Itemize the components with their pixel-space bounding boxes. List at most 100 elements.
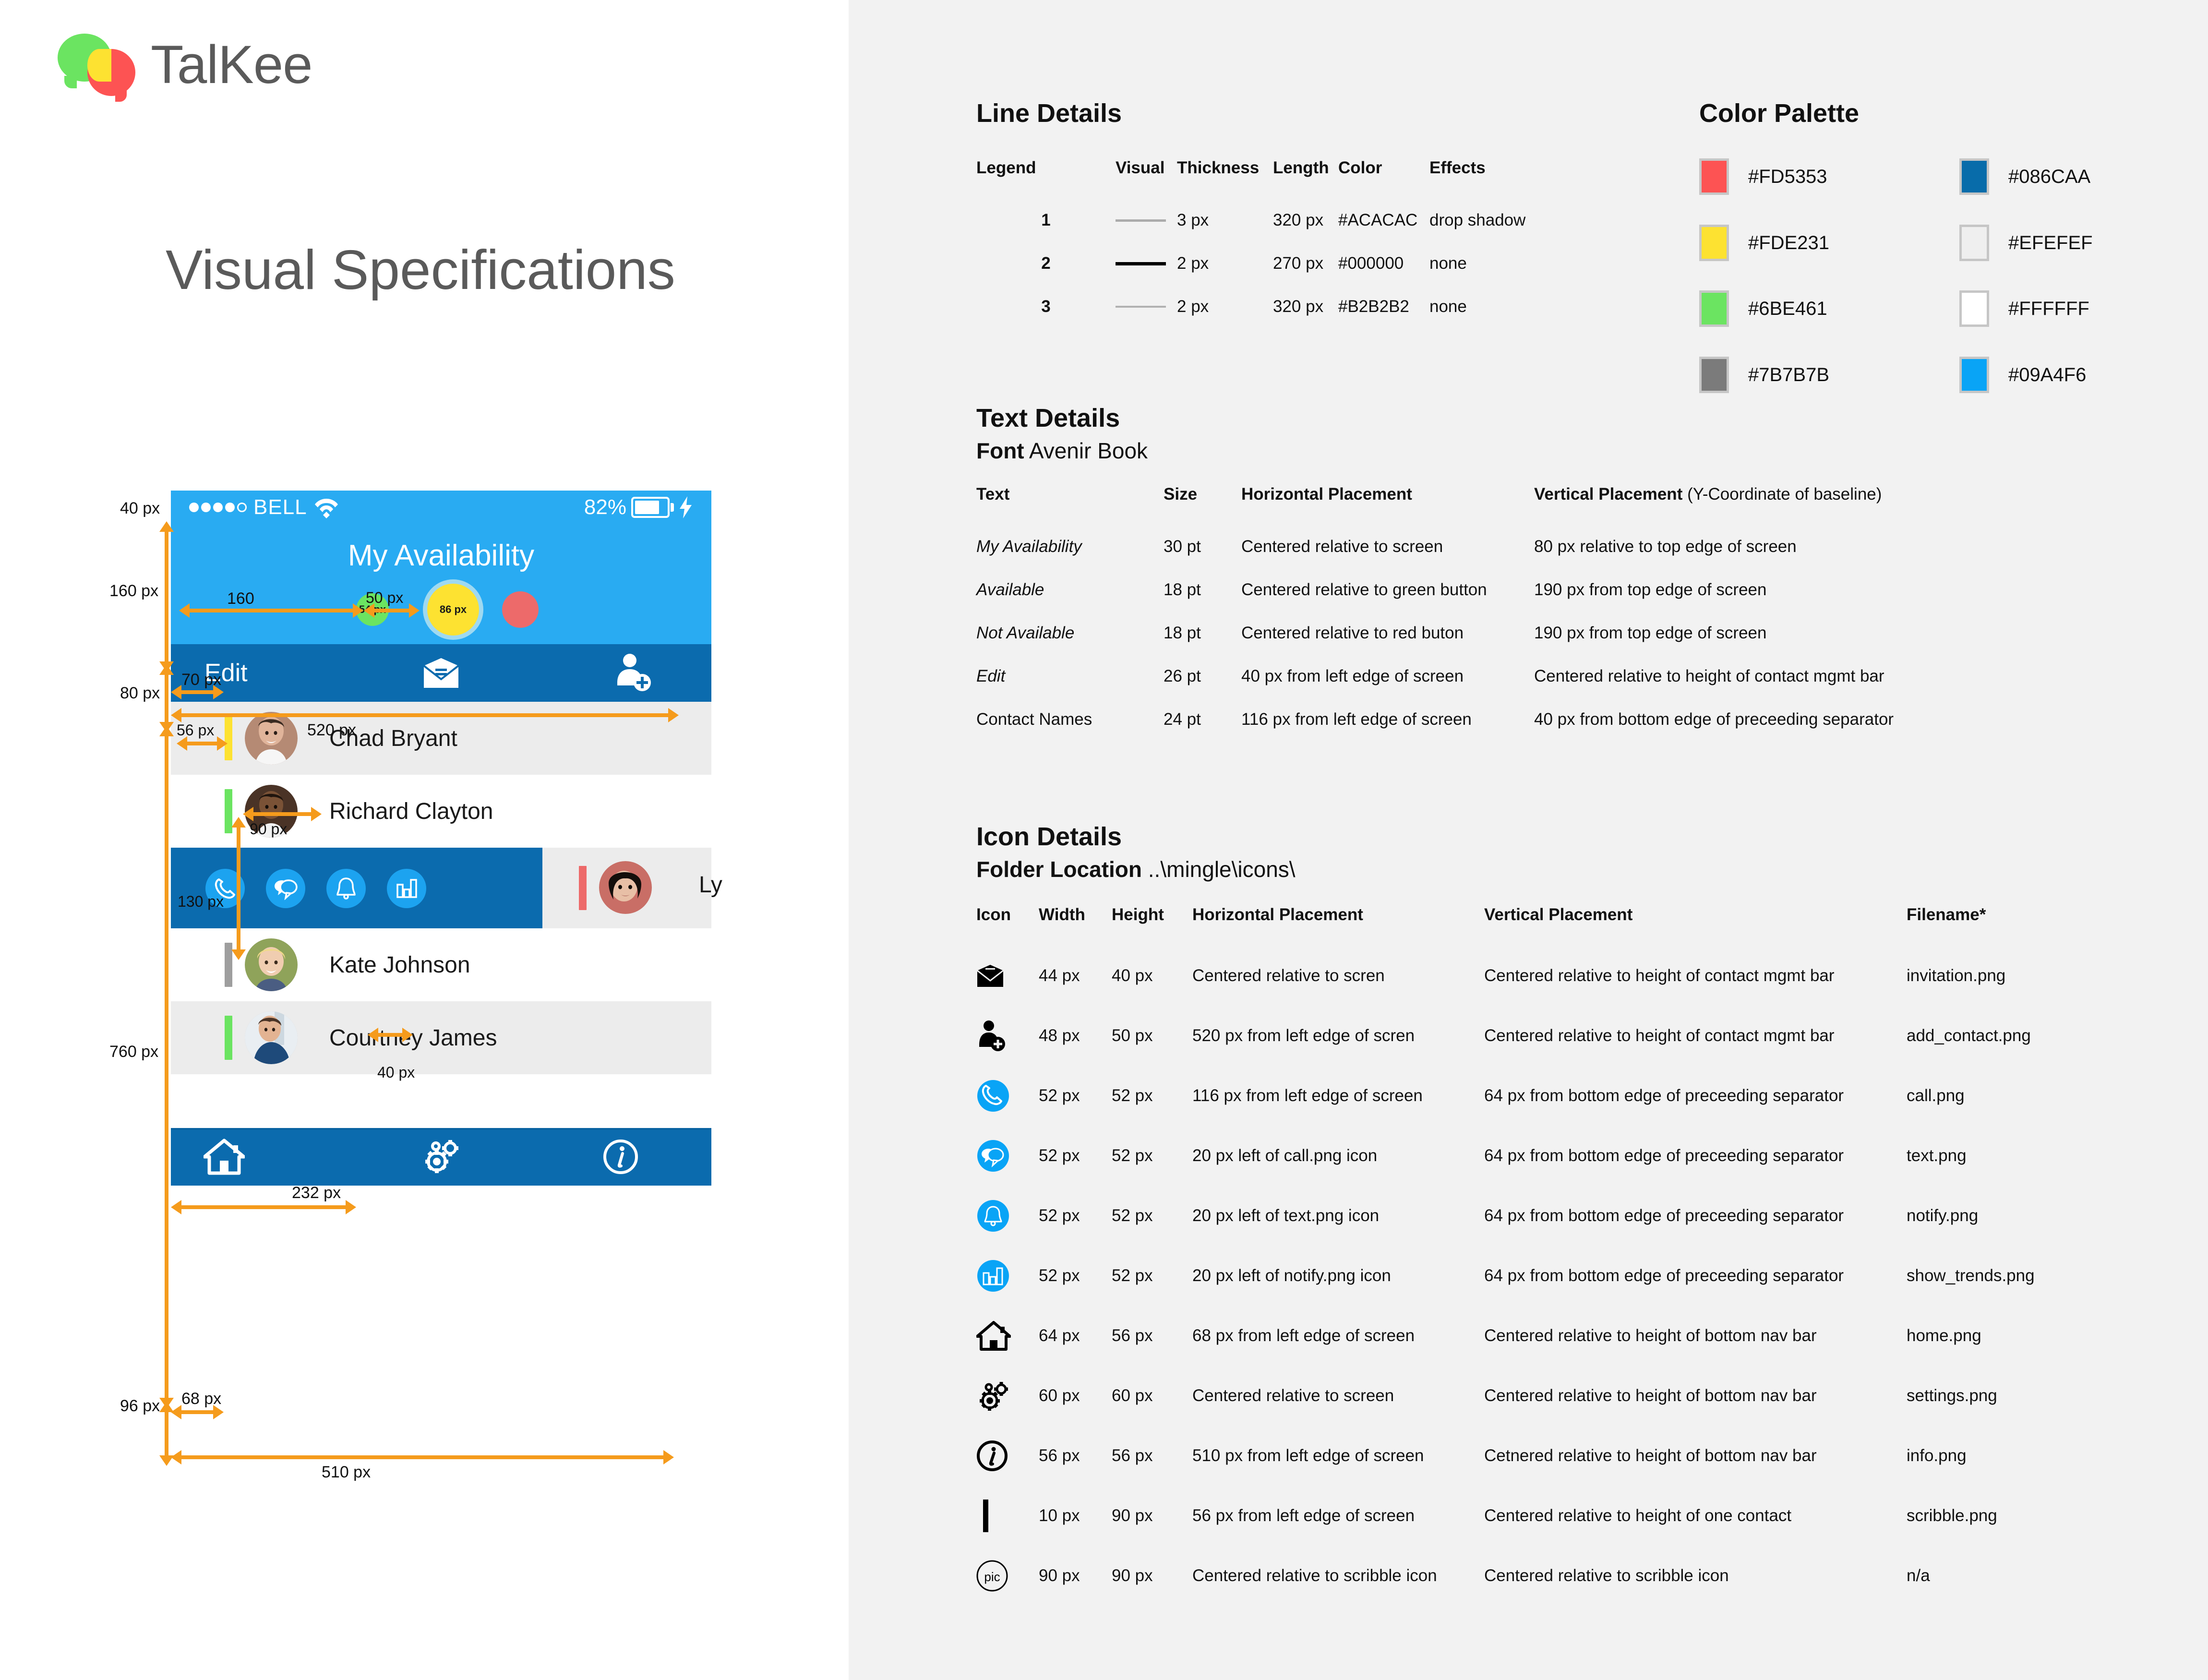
table-row: 10 px 90 px 56 px from left edge of scre… bbox=[976, 1486, 2035, 1546]
color-hex: #7B7B7B bbox=[1748, 364, 1830, 385]
add-contact-icon bbox=[617, 654, 651, 691]
table-row: 56 px 56 px 510 px from left edge of scr… bbox=[976, 1426, 2035, 1486]
dim-mgmt-height: 80 px bbox=[120, 684, 160, 702]
width-value: 52 px bbox=[1039, 1086, 1080, 1105]
text-details-heading: Text Details bbox=[976, 404, 1120, 432]
ruler-nav bbox=[165, 1411, 168, 1459]
swipe-peek-contact[interactable]: Ly bbox=[542, 848, 722, 928]
line-details-heading: Line Details bbox=[976, 99, 1122, 128]
not-available-button[interactable] bbox=[502, 591, 539, 628]
vplacement-value: 40 px from bottom edge of preceeding sep… bbox=[1534, 710, 1894, 729]
carrier-group: BELL bbox=[189, 496, 339, 519]
height-value: 52 px bbox=[1112, 1086, 1153, 1105]
filename-value: settings.png bbox=[1907, 1386, 1997, 1405]
carrier-label: BELL bbox=[253, 495, 307, 519]
thickness-value: 2 px bbox=[1177, 254, 1209, 273]
swipe-actions bbox=[171, 848, 542, 928]
settings-nav-button[interactable] bbox=[420, 1138, 462, 1176]
info-nav-button[interactable] bbox=[603, 1139, 638, 1175]
color-hex: #FFFFFF bbox=[2008, 298, 2089, 319]
table-row: 48 px 50 px 520 px from left edge of scr… bbox=[976, 1006, 2035, 1066]
width-value: 90 px bbox=[1039, 1566, 1080, 1585]
add-contact-button[interactable] bbox=[612, 653, 653, 693]
text-icon bbox=[977, 1140, 1009, 1172]
hplacement-value: 520 px from left edge of scren bbox=[1192, 1026, 1415, 1045]
wifi-icon bbox=[314, 499, 338, 518]
hplacement-value: Centered relative to screen bbox=[1192, 1386, 1394, 1405]
icon-cell bbox=[976, 1186, 1039, 1246]
col-filename: Filename* bbox=[1907, 905, 1986, 924]
info-icon bbox=[603, 1140, 638, 1174]
bubble-overlap-icon bbox=[87, 49, 111, 82]
table-row: 52 px 52 px 116 px from left edge of scr… bbox=[976, 1066, 2035, 1126]
line-details-table: Legend Visual Thickness Length Color Eff… bbox=[976, 158, 1525, 328]
vplacement-value: Centered relative to height of one conta… bbox=[1484, 1506, 1792, 1525]
show-trends-icon bbox=[977, 1260, 1009, 1292]
height-value: 50 px bbox=[1112, 1026, 1153, 1045]
visual-sample bbox=[1116, 199, 1177, 242]
hplacement-value: Centered relative to red buton bbox=[1241, 624, 1464, 642]
col-length: Length bbox=[1273, 158, 1329, 177]
hplacement-value: 116 px from left edge of screen bbox=[1241, 710, 1472, 729]
line-details-header-row: Legend Visual Thickness Length Color Eff… bbox=[976, 158, 1525, 199]
dim-list-height: 760 px bbox=[109, 1043, 159, 1061]
color-hex: #FDE231 bbox=[1748, 232, 1829, 253]
partial-availability-button[interactable]: 86 px bbox=[427, 584, 479, 636]
vplacement-value: 64 px from bottom edge of preceeding sep… bbox=[1484, 1146, 1844, 1165]
width-value: 52 px bbox=[1039, 1206, 1080, 1225]
text-value: Contact Names bbox=[976, 710, 1092, 729]
contact-row[interactable]: Courtney James bbox=[171, 1001, 711, 1074]
icon-cell bbox=[976, 1366, 1039, 1426]
col-effects: Effects bbox=[1429, 158, 1486, 177]
table-row: Not Available 18 pt Centered relative to… bbox=[976, 612, 1894, 655]
home-icon bbox=[976, 1320, 1011, 1351]
contact-name: Ly bbox=[699, 872, 722, 898]
legend-value: 3 bbox=[1041, 297, 1051, 316]
color-hex: #09A4F6 bbox=[2008, 364, 2087, 385]
dim-status-height: 40 px bbox=[120, 499, 160, 517]
color-hex: #086CAA bbox=[2008, 166, 2091, 187]
table-row: Edit 26 pt 40 px from left edge of scree… bbox=[976, 655, 1894, 698]
vplacement-value: 190 px from top edge of screen bbox=[1534, 624, 1767, 642]
table-row: 44 px 40 px Centered relative to scren C… bbox=[976, 946, 2035, 1006]
vplacement-value: 80 px relative to top edge of screen bbox=[1534, 537, 1797, 556]
table-row: pic 90 px 90 px Centered relative to scr… bbox=[976, 1546, 2035, 1606]
size-value: 30 pt bbox=[1164, 537, 1201, 556]
home-nav-button[interactable] bbox=[204, 1139, 245, 1175]
invitation-button[interactable] bbox=[423, 657, 459, 689]
width-value: 60 px bbox=[1039, 1386, 1080, 1405]
color-value: #000000 bbox=[1338, 254, 1404, 273]
table-row: 52 px 52 px 20 px left of call.png icon … bbox=[976, 1126, 2035, 1186]
vplacement-value: 64 px from bottom edge of preceeding sep… bbox=[1484, 1266, 1844, 1285]
filename-value: home.png bbox=[1907, 1326, 1981, 1345]
settings-icon bbox=[425, 1140, 458, 1173]
size-value: 24 pt bbox=[1164, 710, 1201, 729]
col-width: Width bbox=[1039, 905, 1085, 924]
vplacement-value: Centered relative to height of bottom na… bbox=[1484, 1386, 1817, 1405]
color-value: #B2B2B2 bbox=[1338, 297, 1409, 316]
hplacement-value: Centered relative to scren bbox=[1192, 966, 1385, 985]
battery-group: 82% bbox=[584, 496, 693, 518]
contact-row[interactable]: Chad Bryant bbox=[171, 702, 711, 775]
contact-row[interactable]: Kate Johnson bbox=[171, 928, 711, 1001]
hplacement-value: Centered relative to scribble icon bbox=[1192, 1566, 1437, 1585]
font-label: Font bbox=[976, 438, 1024, 463]
swatch-item: #EFEFEF bbox=[1959, 225, 2093, 261]
col-height: Height bbox=[1112, 905, 1164, 924]
filename-value: call.png bbox=[1907, 1086, 1965, 1105]
color-swatch bbox=[1959, 225, 1989, 261]
pic-icon: pic bbox=[976, 1560, 1008, 1591]
col-color: Color bbox=[1338, 158, 1382, 177]
table-row: 64 px 56 px 68 px from left edge of scre… bbox=[976, 1306, 2035, 1366]
contact-name: Courtney James bbox=[329, 1025, 497, 1051]
hplacement-value: 20 px left of call.png icon bbox=[1192, 1146, 1378, 1165]
vplacement-value: 190 px from top edge of screen bbox=[1534, 580, 1767, 599]
text-button[interactable] bbox=[266, 869, 305, 908]
show-trends-button[interactable] bbox=[387, 869, 426, 908]
ruler-hero bbox=[165, 531, 168, 664]
size-value: 18 pt bbox=[1164, 580, 1201, 599]
signal-dots-icon bbox=[189, 503, 247, 512]
table-row: 1 3 px 320 px #ACACAC drop shadow bbox=[976, 199, 1525, 242]
length-value: 270 px bbox=[1273, 254, 1324, 273]
notify-button[interactable] bbox=[326, 869, 366, 908]
